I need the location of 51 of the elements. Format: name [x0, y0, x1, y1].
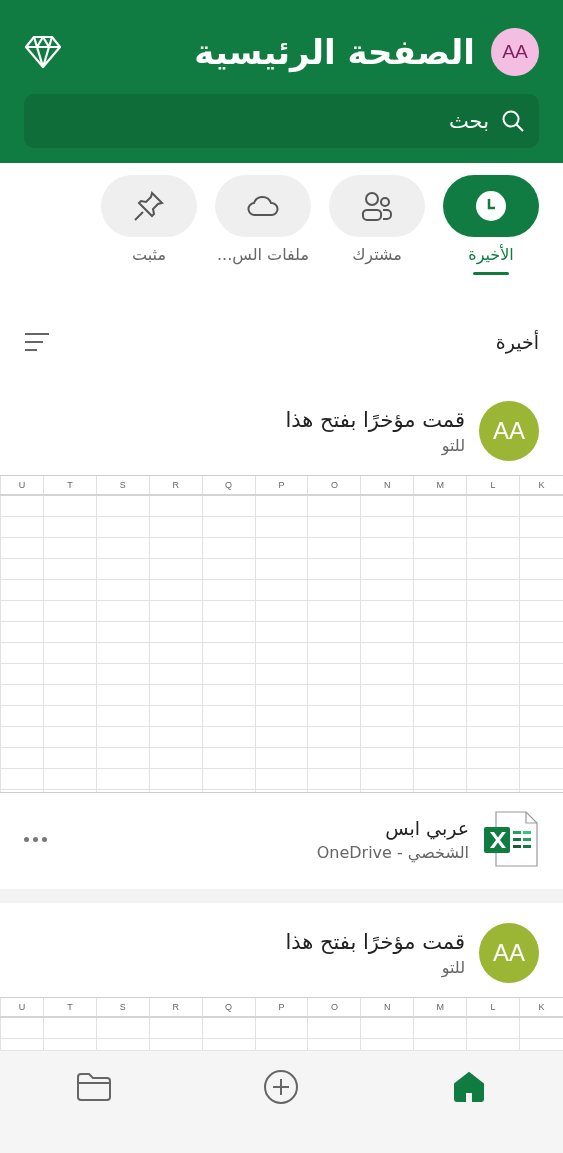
column-header: R: [148, 476, 202, 494]
add-icon: [263, 1069, 300, 1105]
tab-label[interactable]: الأخيرة: [468, 245, 514, 264]
column-header: T: [43, 476, 96, 494]
column-header: U: [0, 998, 43, 1016]
column-header: S: [95, 476, 149, 494]
activity-time: للتو: [440, 957, 465, 977]
column-header: O: [307, 476, 361, 494]
page-title: الصفحة الرئيسية: [193, 32, 475, 72]
tab-indicator: [473, 272, 509, 275]
home-icon: [453, 1071, 486, 1103]
column-header: S: [95, 998, 149, 1016]
column-header: Q: [201, 998, 255, 1016]
file-location: الشخصي - OneDrive: [315, 842, 469, 862]
activity-text: قمت مؤخرًا بفتح هذا: [285, 407, 465, 432]
user-avatar: AA: [479, 923, 539, 983]
activity-time: للتو: [440, 435, 465, 455]
column-header: M: [413, 476, 467, 494]
column-header: N: [360, 998, 414, 1016]
pin-icon: [134, 191, 164, 221]
activity-text: قمت مؤخرًا بفتح هذا: [285, 929, 465, 954]
tab-label[interactable]: مشترك: [352, 245, 402, 264]
more-button[interactable]: [24, 836, 47, 842]
column-header: T: [43, 998, 96, 1016]
column-header: P: [254, 476, 308, 494]
column-header: R: [148, 998, 202, 1016]
sort-icon[interactable]: [24, 332, 50, 352]
column-header: L: [466, 998, 519, 1016]
file-name: عربي ابس: [384, 816, 469, 839]
column-header: U: [0, 476, 43, 494]
column-header: K: [519, 476, 563, 494]
spreadsheet-file-icon: [483, 811, 539, 867]
column-header: N: [360, 476, 414, 494]
clock-icon: [475, 190, 507, 222]
column-header: P: [254, 998, 308, 1016]
account-avatar[interactable]: AA: [491, 28, 539, 76]
people-icon: [361, 191, 393, 221]
folder-icon: [75, 1072, 112, 1102]
column-header: Q: [201, 476, 255, 494]
user-avatar: AA: [479, 401, 539, 461]
cloud-icon: [247, 195, 279, 217]
tab-label[interactable]: ملفات الس...: [217, 245, 309, 264]
search-field[interactable]: بحث: [24, 94, 539, 148]
tab-label[interactable]: مثبت: [132, 245, 166, 264]
column-header: K: [519, 998, 563, 1016]
search-icon: [501, 109, 525, 133]
section-title: أخيرة: [495, 331, 539, 353]
column-header: M: [413, 998, 467, 1016]
column-header: O: [307, 998, 361, 1016]
diamond-icon[interactable]: [24, 35, 62, 69]
column-header: L: [466, 476, 519, 494]
